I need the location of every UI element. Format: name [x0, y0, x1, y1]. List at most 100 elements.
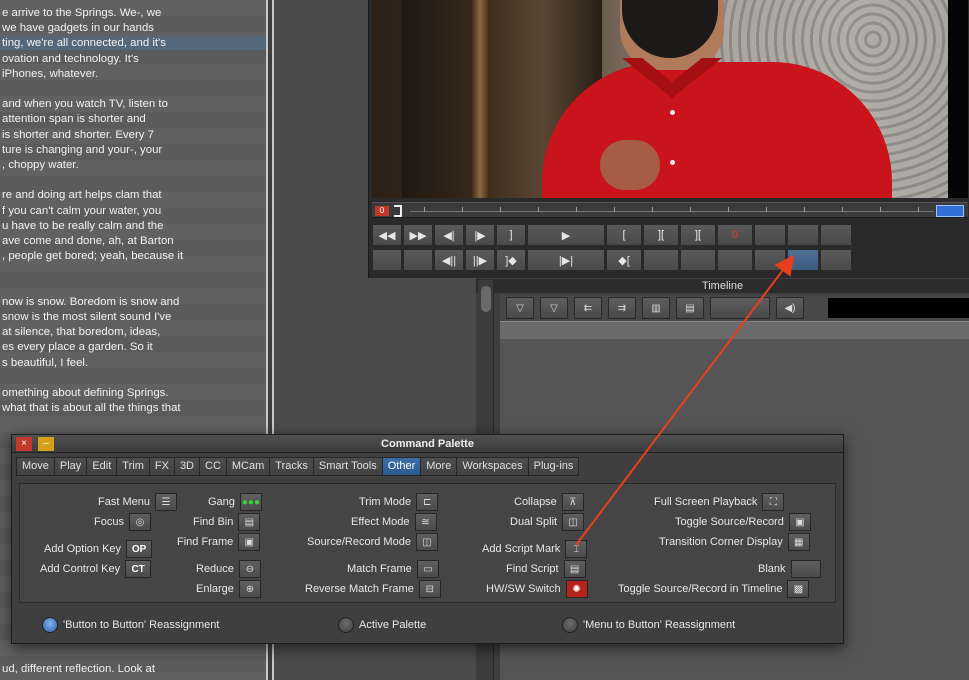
step-back-button[interactable]: ◀| [434, 224, 464, 246]
find-frame-command[interactable]: Find Frame ▣ [177, 533, 261, 551]
palette-title-bar[interactable]: × – Command Palette [12, 435, 843, 453]
blank-3-button[interactable] [820, 224, 852, 246]
active-palette-option[interactable]: Active Palette [338, 617, 426, 633]
extract-icon[interactable]: ▽ [540, 297, 568, 319]
mark-clip-button[interactable]: ]◆ [496, 249, 526, 271]
lift-icon[interactable]: ▽ [506, 297, 534, 319]
gang-icon[interactable]: ●●● [239, 493, 262, 511]
zoom-out-icon[interactable]: ⊖ [238, 560, 261, 578]
full-screen-playback-command[interactable]: Full Screen Playback ⛶ [654, 493, 785, 511]
tab-trim[interactable]: Trim [116, 457, 149, 476]
control-key-icon[interactable]: CT [125, 560, 152, 578]
source-record-mode-command[interactable]: Source/Record Mode ◫ [307, 533, 438, 551]
dual-split-icon[interactable]: ◫ [562, 513, 585, 531]
blank-6-button[interactable] [754, 249, 786, 271]
enlarge-command[interactable]: Enlarge ⊕ [196, 580, 261, 598]
effect-mode-command[interactable]: Effect Mode ≋ [351, 513, 437, 531]
focus-command[interactable]: Focus ◎ [90, 513, 151, 531]
wide-play-button[interactable] [403, 249, 433, 271]
match-frame-icon[interactable]: ▭ [416, 560, 439, 578]
option-key-icon[interactable]: OP [126, 540, 153, 558]
tab-workspaces[interactable]: Workspaces [456, 457, 528, 476]
mark-in-button[interactable]: [ [606, 224, 642, 246]
tab-mcam[interactable]: MCam [225, 457, 270, 476]
add-script-mark-command[interactable]: Add Script Mark ⌶ [482, 540, 588, 558]
dual-split-command[interactable]: Dual Split ◫ [510, 513, 585, 531]
step-forward-button[interactable]: |▶ [465, 224, 495, 246]
tab-edit[interactable]: Edit [86, 457, 117, 476]
clip-counter-button[interactable]: 0 [717, 224, 753, 246]
blank-8-button[interactable] [820, 249, 852, 271]
fast-forward-button[interactable]: ▶▶ [403, 224, 433, 246]
scroll-thumb[interactable] [481, 286, 491, 312]
zoom-in-icon[interactable]: ⊕ [238, 580, 261, 598]
lift-button[interactable] [643, 249, 679, 271]
fast-menu-icon[interactable]: ☰ [154, 493, 177, 511]
trim-mode-icon[interactable]: ⊏ [416, 493, 439, 511]
button-to-button-option[interactable]: 'Button to Button' Reassignment [42, 617, 219, 633]
tab-smart-tools[interactable]: Smart Tools [312, 457, 382, 476]
mark-out-indicator[interactable] [936, 205, 964, 217]
mark-out-button[interactable]: ] [496, 224, 526, 246]
overwrite-icon[interactable]: ▤ [676, 297, 704, 319]
step-forward-field-button[interactable]: ||▶ [465, 249, 495, 271]
tab-more[interactable]: More [420, 457, 457, 476]
find-script-command[interactable]: Find Script ▤ [506, 560, 586, 578]
tab-tracks[interactable]: Tracks [269, 457, 313, 476]
hw-sw-switch-icon[interactable]: ✺ [565, 580, 588, 598]
blank-4-button[interactable] [680, 249, 716, 271]
go-to-in-button[interactable]: ◆[ [606, 249, 642, 271]
focus-icon[interactable]: ◎ [129, 513, 151, 531]
speaker-icon[interactable]: ◀) [776, 297, 804, 319]
find-script-icon[interactable]: ▤ [563, 560, 586, 578]
toggle-source-record-command[interactable]: Toggle Source/Record ▣ [675, 513, 811, 531]
radio-button-selected[interactable] [42, 617, 58, 633]
add-option-key-command[interactable]: Add Option Key OP [44, 540, 153, 558]
blank-button[interactable] [710, 297, 770, 319]
add-control-key-command[interactable]: Add Control Key CT [40, 560, 152, 578]
trim-mode-command[interactable]: Trim Mode ⊏ [359, 493, 439, 511]
tab-plug-ins[interactable]: Plug-ins [527, 457, 580, 476]
play-in-out-button[interactable]: |▶| [527, 249, 605, 271]
blank-icon[interactable] [790, 560, 821, 578]
play-button[interactable]: ▶ [527, 224, 605, 246]
radio-button[interactable] [338, 617, 354, 633]
transition-corner-display-command[interactable]: Transition Corner Display ▦ [659, 533, 810, 551]
match-frame-command[interactable]: Match Frame ▭ [347, 560, 439, 578]
transition-corner-icon[interactable]: ▦ [787, 533, 810, 551]
blank-5-button[interactable] [717, 249, 753, 271]
rewind-button[interactable]: ◀◀ [372, 224, 402, 246]
tab-move[interactable]: Move [16, 457, 54, 476]
split-edit-button[interactable]: ][ [643, 224, 679, 246]
segment-right-icon[interactable]: ⇉ [608, 297, 636, 319]
find-bin-icon[interactable]: ▤ [238, 513, 261, 531]
segment-left-icon[interactable]: ⇇ [574, 297, 602, 319]
menu-to-button-option[interactable]: 'Menu to Button' Reassignment [562, 617, 735, 633]
blank-2-button[interactable] [787, 224, 819, 246]
hw-sw-switch-command[interactable]: HW/SW Switch ✺ [486, 580, 588, 598]
find-bin-command[interactable]: Find Bin ▤ [193, 513, 261, 531]
blank-command[interactable]: Blank [758, 560, 821, 578]
blank-1-button[interactable] [754, 224, 786, 246]
fast-menu-command[interactable]: Fast Menu ☰ [98, 493, 177, 511]
step-back-field-button[interactable]: ◀|| [434, 249, 464, 271]
collapse-icon[interactable]: ⊼ [561, 493, 584, 511]
tab-play[interactable]: Play [53, 457, 87, 476]
reverse-match-frame-command[interactable]: Reverse Match Frame ⊟ [305, 580, 441, 598]
full-screen-icon[interactable]: ⛶ [762, 493, 785, 511]
tab-fx[interactable]: FX [148, 457, 174, 476]
find-frame-icon[interactable]: ▣ [238, 533, 261, 551]
reverse-match-frame-icon[interactable]: ⊟ [418, 580, 441, 598]
collapse-command[interactable]: Collapse ⊼ [514, 493, 584, 511]
toggle-source-record-icon[interactable]: ▣ [788, 513, 811, 531]
toggle-source-record-timeline-icon[interactable]: ▩ [787, 580, 810, 598]
position-bar[interactable]: 0 [372, 202, 968, 218]
tab-cc[interactable]: CC [199, 457, 226, 476]
reduce-command[interactable]: Reduce ⊖ [196, 560, 261, 578]
tab-other[interactable]: Other [381, 457, 421, 476]
dual-mark-button[interactable]: ][ [680, 224, 716, 246]
position-indicator[interactable]: 0 [375, 206, 389, 216]
effect-mode-icon[interactable]: ≋ [414, 513, 437, 531]
radio-button[interactable] [562, 617, 578, 633]
blank-7-button[interactable] [787, 249, 819, 271]
